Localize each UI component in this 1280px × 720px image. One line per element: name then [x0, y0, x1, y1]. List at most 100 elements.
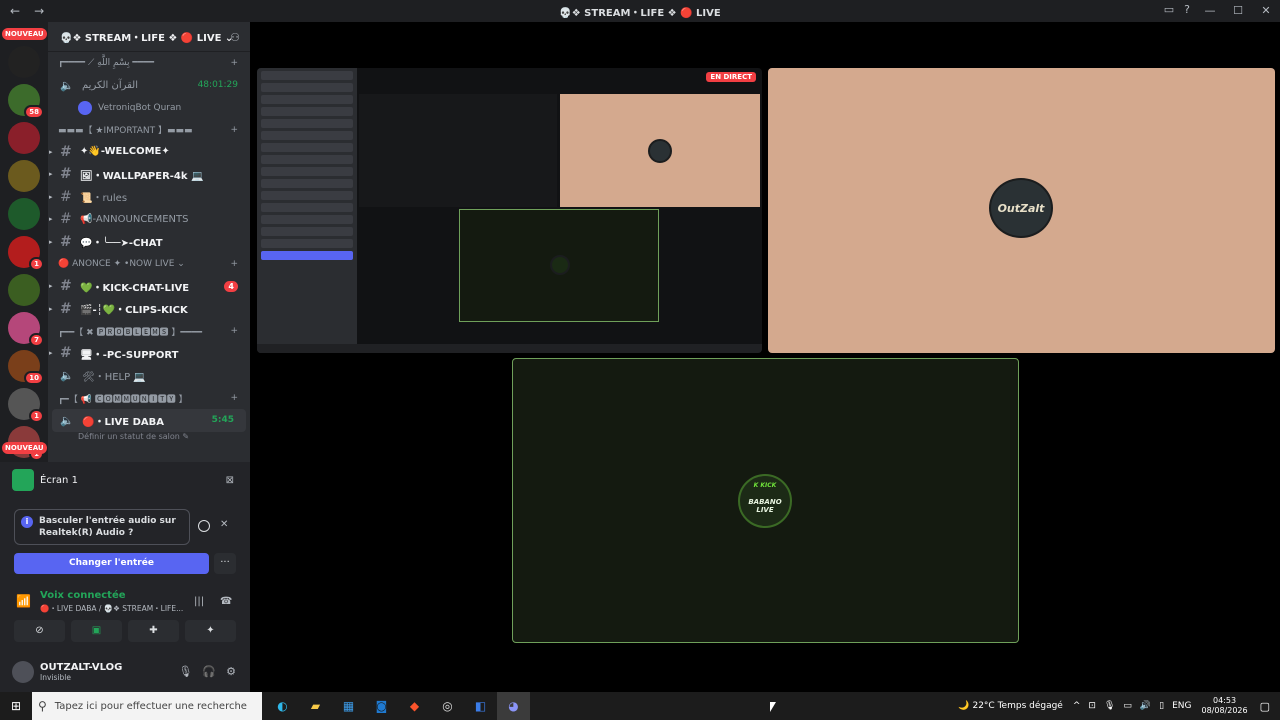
text-channel[interactable]: ▸ # 🎬-┆💚・CLIPS-KICK — [48, 298, 250, 321]
inbox-icon[interactable]: ▭ — [1164, 3, 1174, 16]
voice-user[interactable]: VetroniqBot Quran — [48, 97, 250, 119]
voice-channel[interactable]: 🔈 🔴・LIVE DABA 5:45 — [52, 409, 246, 432]
user-bar: OUTZALT-VLOG Invisible 🎙 🎧 ⚙ — [0, 652, 250, 692]
signal-icon[interactable]: 📶 — [16, 594, 31, 608]
voice-timer: 48:01:29 — [197, 80, 238, 91]
obs-icon[interactable]: ◎ — [431, 692, 464, 720]
add-channel-icon[interactable]: + — [230, 259, 238, 269]
text-channel[interactable]: ▸ # 📜・rules — [48, 186, 250, 209]
server-icon[interactable] — [8, 160, 40, 192]
add-channel-icon[interactable]: + — [230, 326, 238, 336]
hash-icon: # — [60, 166, 72, 183]
avatar[interactable] — [12, 661, 34, 683]
server-icon[interactable]: 7 — [8, 312, 44, 347]
settings-gear-icon[interactable]: ⚙ — [226, 665, 236, 678]
stream-tile-outzalt[interactable]: OutZalt — [768, 68, 1275, 353]
taskbar-search[interactable]: ⚲ Tapez ici pour effectuer une recherche — [32, 692, 262, 720]
file-explorer-icon[interactable]: ▰ — [299, 692, 332, 720]
stop-share-icon[interactable]: ⊠ — [226, 475, 234, 486]
stream-tile-babano[interactable]: K KICK BABANO LIVE — [512, 358, 1019, 643]
usb-icon[interactable]: ⊡ — [1088, 701, 1096, 711]
add-channel-icon[interactable]: + — [230, 393, 238, 403]
chevron-right-icon: ▸ — [49, 192, 53, 201]
search-placeholder: Tapez ici pour effectuer une recherche — [54, 700, 247, 712]
avatar — [78, 100, 92, 115]
guild-name: 💀❖ STREAM・LIFE ❖ 🔴 LIVE ⌄ — [60, 33, 234, 44]
voice-channel-path: 🔴・LIVE DABA / 💀❖ STREAM・LIFE... — [40, 604, 184, 613]
activities-button[interactable]: ✚ — [128, 620, 179, 642]
minimize-button[interactable]: — — [1196, 0, 1224, 22]
noise-suppression-icon[interactable]: ||| — [194, 596, 204, 607]
channel-category[interactable]: ┏━━━━ ⟋ بِسْمِ اللَّهِ ━━━━ + — [48, 52, 250, 74]
channel-category[interactable]: ▬▬▬【 ★IMPORTANT 】▬▬▬ + — [48, 119, 250, 141]
voice-connected-label[interactable]: Voix connectée — [40, 590, 126, 601]
volume-icon[interactable]: 🔊 — [1140, 701, 1151, 711]
add-channel-icon[interactable]: + — [230, 125, 238, 135]
text-channel[interactable]: ▸ # ✦👋-WELCOME✦ — [48, 141, 250, 164]
outlook-icon[interactable]: ◙ — [365, 692, 398, 720]
channel-category[interactable]: 🔴 ANONCE ✦ •NOW LIVE ⌄ + — [48, 253, 250, 275]
battery-icon[interactable]: ▯ — [1159, 701, 1164, 711]
babano-logo-icon: K KICK BABANO LIVE — [738, 474, 792, 528]
screen-share-row: Écran 1 ⊠ — [0, 462, 250, 498]
add-member-icon[interactable]: ⚇ — [230, 31, 240, 44]
microphone-icon[interactable]: 🎙 — [178, 665, 192, 678]
channel-category[interactable]: ┏━━【 ✖ 🅿🆁🅾🅱🅻🅴🅼🆂 】━━━━ + — [48, 320, 250, 342]
chevron-right-icon: ▸ — [49, 282, 53, 291]
text-channel[interactable]: ▸ # 🖥・-PC-SUPPORT — [48, 342, 250, 365]
channel-status[interactable]: Définir un statut de salon ✎ — [48, 432, 250, 446]
close-notice-icon[interactable]: ✕ — [220, 519, 228, 530]
hash-icon: # — [60, 143, 72, 160]
loading-circle-icon — [198, 520, 210, 532]
language-indicator[interactable]: ENG — [1172, 701, 1191, 711]
add-channel-icon[interactable]: + — [230, 58, 238, 68]
clock[interactable]: 04:53 08/08/2026 — [1201, 696, 1247, 716]
more-options-button[interactable]: ··· — [214, 553, 236, 574]
mention-badge: 10 — [24, 371, 44, 385]
screen-share-button[interactable]: ▣ — [71, 620, 122, 642]
channel-category[interactable]: ┏━【 📢 🅲🅾🅼🅼🆄🅽🅸🆃🆈 】 + — [48, 387, 250, 409]
system-tray: 🌙 22°C Temps dégagé ^ ⊡ 🎙 ▭ 🔊 ▯ ENG 04:5… — [958, 692, 1280, 720]
camera-off-button[interactable]: ⊘ — [14, 620, 65, 642]
text-channel[interactable]: ▸ # 📢-ANNOUNCEMENTS — [48, 208, 250, 231]
voice-channel[interactable]: 🔈 القرآن الكريم 48:01:29 — [48, 74, 250, 97]
server-icon[interactable] — [8, 46, 40, 78]
edge-icon[interactable]: ◐ — [266, 692, 299, 720]
server-icon[interactable] — [8, 122, 40, 154]
hash-icon: # — [60, 345, 72, 362]
discord-icon[interactable]: ◕ — [497, 692, 530, 720]
voice-channel[interactable]: 🔈 🛠・HELP 💻 — [48, 365, 250, 388]
server-icon[interactable] — [8, 274, 40, 306]
windows-start-icon[interactable]: ⊞ — [0, 699, 32, 713]
guild-header[interactable]: 💀❖ STREAM・LIFE ❖ 🔴 LIVE ⌄ ⚇ — [48, 22, 250, 52]
close-button[interactable]: ✕ — [1252, 0, 1280, 22]
server-icon[interactable]: 10 — [8, 350, 44, 385]
store-icon[interactable]: ▦ — [332, 692, 365, 720]
headphones-icon[interactable]: 🎧 — [202, 665, 216, 678]
chevron-right-icon: ▸ — [49, 147, 53, 156]
roblox-icon[interactable]: ◧ — [464, 692, 497, 720]
notifications-icon[interactable]: ▢ — [1260, 700, 1270, 713]
server-icon[interactable]: 58 — [8, 84, 44, 119]
mic-tray-icon[interactable]: 🎙 — [1104, 701, 1115, 711]
network-icon[interactable]: ▭ — [1123, 701, 1132, 711]
text-channel[interactable]: ▸ # 💚・KICK-CHAT-LIVE 4 — [48, 275, 250, 298]
hash-icon: # — [60, 278, 72, 295]
hash-icon: # — [60, 211, 72, 228]
help-icon[interactable]: ? — [1184, 3, 1190, 16]
user-name: OUTZALT-VLOG — [40, 662, 123, 673]
server-icon[interactable]: 1 — [8, 236, 44, 271]
disconnect-icon[interactable]: ☎ — [220, 596, 232, 607]
change-input-button[interactable]: Changer l'entrée — [14, 553, 209, 574]
chevron-up-icon[interactable]: ^ — [1073, 701, 1081, 711]
weather-widget[interactable]: 🌙 22°C Temps dégagé — [958, 701, 1062, 711]
server-icon[interactable]: 1 — [8, 388, 44, 423]
text-channel[interactable]: ▸ # 💬・╰──➤-CHAT — [48, 231, 250, 254]
brave-icon[interactable]: ◆ — [398, 692, 431, 720]
stream-tile-preview[interactable]: EN DIRECT — [257, 68, 762, 353]
text-channel[interactable]: ▸ # 🖼・WALLPAPER-4k 💻 — [48, 163, 250, 186]
soundboard-button[interactable]: ✦ — [185, 620, 236, 642]
maximize-button[interactable]: ☐ — [1224, 0, 1252, 22]
server-icon[interactable] — [8, 198, 40, 230]
preview-taskbar — [257, 344, 762, 353]
